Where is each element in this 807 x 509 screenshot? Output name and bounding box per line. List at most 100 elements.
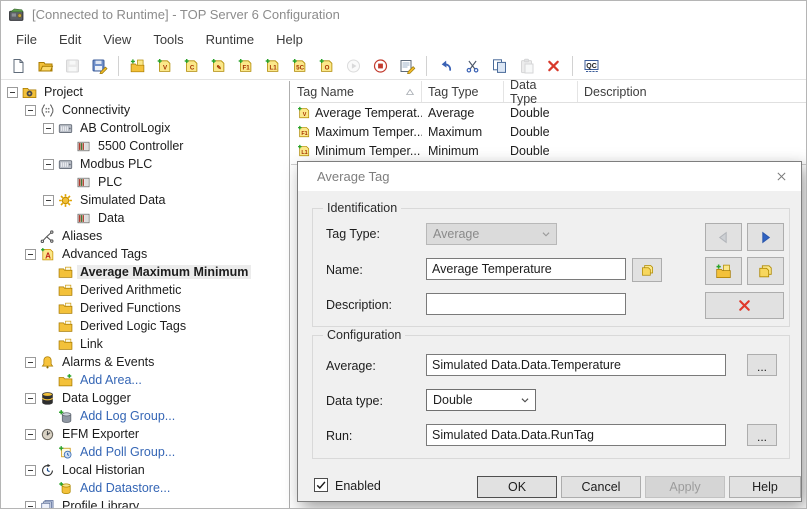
tree-item-derived-logic-tags[interactable]: Derived Logic Tags: [1, 317, 289, 335]
run-input[interactable]: [426, 424, 726, 446]
dialog-close-button[interactable]: [761, 162, 801, 191]
expander-icon[interactable]: [25, 464, 36, 476]
toolbar-copy-button[interactable]: [487, 54, 512, 78]
tree-item-icon: [58, 301, 73, 316]
toolbar-edit-properties-button[interactable]: [395, 54, 420, 78]
toolbar-new-link-tag-button[interactable]: 5C: [287, 54, 312, 78]
tree-item-add-area[interactable]: Add Area...: [1, 371, 289, 389]
tree-item-modbus-plc[interactable]: Modbus PLC: [1, 155, 289, 173]
expander-icon[interactable]: [25, 428, 36, 440]
toolbar-undo-button[interactable]: [433, 54, 458, 78]
tree-item-simulated-data[interactable]: Simulated Data: [1, 191, 289, 209]
tree-item-add-datastore[interactable]: Add Datastore...: [1, 479, 289, 497]
toolbar-new-minimum-tag-button[interactable]: L1: [260, 54, 285, 78]
expander-icon[interactable]: [25, 248, 36, 260]
tree-item-icon: [76, 211, 91, 226]
tree-item-alarms-events[interactable]: Alarms & Events: [1, 353, 289, 371]
tree-item-add-log-group[interactable]: Add Log Group...: [1, 407, 289, 425]
previous-tag-button[interactable]: [705, 223, 742, 251]
toolbar-new-oracle-tag-button[interactable]: O: [314, 54, 339, 78]
tree-item-derived-arithmetic[interactable]: Derived Arithmetic: [1, 281, 289, 299]
cancel-button[interactable]: Cancel: [561, 476, 641, 498]
tag-row-minimum-temperature[interactable]: L1 Minimum Temper... Minimum Double: [291, 141, 806, 160]
tree-item-ab-controllogix[interactable]: AB ControlLogix: [1, 119, 289, 137]
grid-header: Tag Name Tag Type Data Type Description: [291, 78, 806, 106]
svg-text:5C: 5C: [296, 64, 304, 71]
tree-item-efm-exporter[interactable]: EFM Exporter: [1, 425, 289, 443]
tree-item-project[interactable]: Project: [1, 83, 289, 101]
ok-button[interactable]: OK: [477, 476, 557, 498]
toolbar-stop-runtime-button[interactable]: [368, 54, 393, 78]
expander-icon[interactable]: [43, 194, 54, 206]
tree-item-derived-functions[interactable]: Derived Functions: [1, 299, 289, 317]
run-browse-button[interactable]: ...: [747, 424, 777, 446]
menu-tools[interactable]: Tools: [142, 29, 194, 50]
expander-icon[interactable]: [43, 158, 54, 170]
expander-icon[interactable]: [7, 86, 18, 98]
toolbar-new-channel-button[interactable]: [125, 54, 150, 78]
column-header-tag-type[interactable]: Tag Type: [422, 81, 504, 102]
tree-item-icon: [40, 499, 55, 508]
toolbar-save-as-button[interactable]: [87, 54, 112, 78]
tree-item-data[interactable]: Data: [1, 209, 289, 227]
average-input[interactable]: [426, 354, 726, 376]
column-header-tag-name[interactable]: Tag Name: [291, 81, 422, 102]
menu-edit[interactable]: Edit: [48, 29, 92, 50]
duplicate-tag-button[interactable]: [747, 257, 784, 285]
average-browse-button[interactable]: ...: [747, 354, 777, 376]
tree-item-aliases[interactable]: Aliases: [1, 227, 289, 245]
tree-item-average-maximum-minimum[interactable]: Average Maximum Minimum: [1, 263, 289, 281]
menu-file[interactable]: File: [5, 29, 48, 50]
column-header-data-type[interactable]: Data Type: [504, 78, 578, 106]
toolbar-new-average-tag-button[interactable]: V: [152, 54, 177, 78]
toolbar-new-project-button[interactable]: [6, 54, 31, 78]
menu-help[interactable]: Help: [265, 29, 314, 50]
svg-text:O: O: [325, 64, 330, 71]
toolbar-quick-client-button[interactable]: QC: [579, 54, 604, 78]
expander-icon[interactable]: [43, 122, 54, 134]
tree-item-connectivity[interactable]: Connectivity: [1, 101, 289, 119]
new-tag-button[interactable]: [705, 257, 742, 285]
delete-tag-button[interactable]: [705, 292, 784, 319]
tag-row-average-temperature[interactable]: V Average Temperat... Average Double: [291, 103, 806, 122]
tree-item-add-poll-group[interactable]: Add Poll Group...: [1, 443, 289, 461]
tag-stack-icon: [640, 263, 655, 278]
menu-runtime[interactable]: Runtime: [195, 29, 265, 50]
expander-icon[interactable]: [25, 356, 36, 368]
toolbar-new-derived-tag-button[interactable]: ✎: [206, 54, 231, 78]
description-input[interactable]: [426, 293, 626, 315]
help-button[interactable]: Help: [729, 476, 801, 498]
toolbar-open-project-button[interactable]: [33, 54, 58, 78]
data-type-combo[interactable]: Double: [426, 389, 536, 411]
apply-button[interactable]: Apply: [645, 476, 725, 498]
next-tag-button[interactable]: [747, 223, 784, 251]
toolbar-start-runtime-button[interactable]: [341, 54, 366, 78]
toolbar-new-complex-tag-button[interactable]: C: [179, 54, 204, 78]
run-label: Run:: [326, 429, 353, 443]
tree-item-icon: [58, 337, 73, 352]
tree-item-profile-library[interactable]: Profile Library: [1, 497, 289, 508]
tag-type-label: Tag Type:: [326, 227, 380, 241]
toolbar-paste-button[interactable]: [514, 54, 539, 78]
name-input[interactable]: [426, 258, 626, 280]
toolbar-cut-button[interactable]: [460, 54, 485, 78]
expander-icon[interactable]: [25, 392, 36, 404]
svg-text:V: V: [303, 111, 307, 117]
expander-icon[interactable]: [25, 104, 36, 116]
toolbar-new-maximum-tag-button[interactable]: F1: [233, 54, 258, 78]
tree-item-5500-controller[interactable]: 5500 Controller: [1, 137, 289, 155]
tree-item-data-logger[interactable]: Data Logger: [1, 389, 289, 407]
tree-item-advanced-tags[interactable]: A Advanced Tags: [1, 245, 289, 263]
toolbar-save-project-button[interactable]: [60, 54, 85, 78]
tree-item-local-historian[interactable]: Local Historian: [1, 461, 289, 479]
expander-icon[interactable]: [25, 500, 36, 508]
name-browse-button[interactable]: [632, 258, 662, 282]
tag-row-maximum-temperature[interactable]: F1 Maximum Temper... Maximum Double: [291, 122, 806, 141]
tree-item-link[interactable]: Link: [1, 335, 289, 353]
menu-view[interactable]: View: [92, 29, 142, 50]
title-bar: [Connected to Runtime] - TOP Server 6 Co…: [1, 1, 806, 27]
toolbar-delete-button[interactable]: [541, 54, 566, 78]
tree-item-plc[interactable]: PLC: [1, 173, 289, 191]
enabled-checkbox[interactable]: [314, 478, 328, 492]
column-header-description[interactable]: Description: [578, 81, 806, 102]
